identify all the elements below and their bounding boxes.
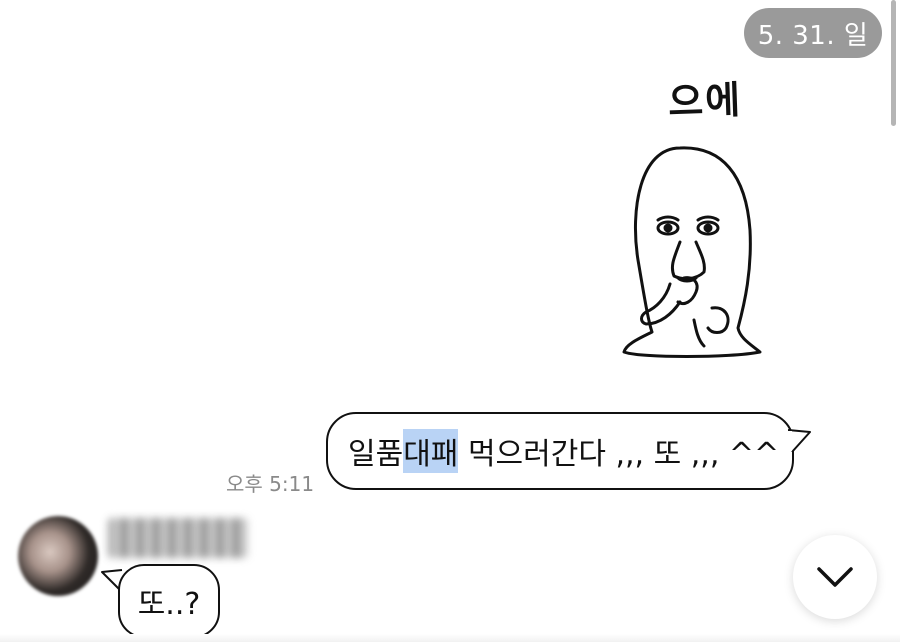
outgoing-bubble-tail xyxy=(788,429,811,453)
message-text-highlighted[interactable]: 대패 xyxy=(403,429,459,473)
message-text-after: 먹으러간다 ,,, 또 ,,, ^^ xyxy=(458,437,780,472)
scroll-to-bottom-button[interactable] xyxy=(793,535,877,619)
blob-character-sticker-icon[interactable] xyxy=(600,70,790,370)
avatar[interactable] xyxy=(18,516,98,596)
message-text-before: 일품 xyxy=(348,437,404,472)
incoming-message-text: 또..? xyxy=(137,587,201,622)
chevron-down-icon xyxy=(817,567,853,587)
date-divider-label: 5. 31. 일 xyxy=(757,20,869,51)
message-time: 오후 5:11 xyxy=(226,472,315,496)
sender-name-blurred xyxy=(108,518,248,558)
input-bar-edge xyxy=(0,634,900,642)
date-divider: 5. 31. 일 xyxy=(744,8,882,58)
incoming-message-bubble[interactable]: 또..? xyxy=(118,564,220,638)
outgoing-message-bubble[interactable]: 일품 대패 먹으러간다 ,,, 또 ,,, ^^ xyxy=(326,412,794,490)
chat-area[interactable]: 5. 31. 일 으에 오후 5:11 일품 대패 먹으러간다 ,,, 또 ,,, xyxy=(0,0,900,642)
scrollbar[interactable] xyxy=(891,0,896,126)
